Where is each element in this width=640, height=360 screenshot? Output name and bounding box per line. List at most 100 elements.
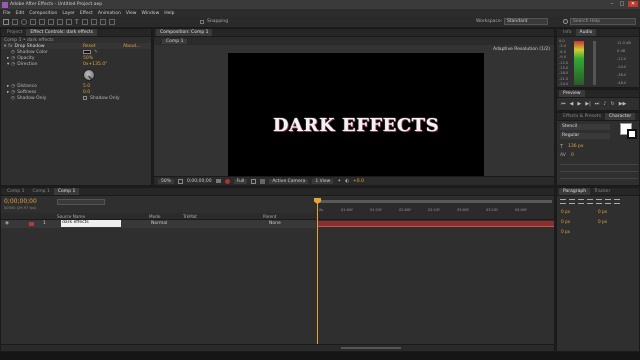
magnification-select[interactable]: 50% bbox=[158, 178, 175, 184]
font-style-select[interactable]: Regular bbox=[560, 133, 610, 139]
expand-icon[interactable]: ▸ bbox=[7, 90, 9, 95]
menu-edit[interactable]: Edit bbox=[16, 11, 25, 16]
menu-layer[interactable]: Layer bbox=[62, 11, 75, 16]
stopwatch-icon[interactable]: ◷ bbox=[11, 90, 15, 95]
ram-preview-icon[interactable]: ▶▶ bbox=[619, 101, 627, 107]
region-icon[interactable] bbox=[251, 178, 257, 184]
property-value[interactable]: 0x+135.0° bbox=[83, 62, 107, 67]
space-after-field[interactable]: 0 px bbox=[561, 229, 598, 234]
timeline-search-input[interactable] bbox=[57, 199, 105, 205]
workspace-select[interactable]: Standard bbox=[504, 18, 548, 25]
expand-icon[interactable]: ▸ bbox=[7, 84, 9, 89]
quality-select[interactable]: Full bbox=[233, 178, 248, 184]
next-frame-icon[interactable]: ▶| bbox=[585, 101, 591, 107]
timecode-field[interactable]: 0;00;00;00 bbox=[187, 179, 212, 184]
space-before-field[interactable]: 0 px bbox=[598, 219, 635, 224]
menu-effect[interactable]: Effect bbox=[80, 11, 93, 16]
fast-preview-icon[interactable]: ✦ bbox=[337, 179, 341, 184]
align-right-icon[interactable] bbox=[578, 199, 584, 204]
pen-tool-icon[interactable] bbox=[66, 19, 72, 25]
menu-help[interactable]: Help bbox=[164, 11, 174, 16]
fx-icon[interactable]: fx bbox=[8, 44, 12, 49]
effect-expand-icon[interactable]: ▾ bbox=[4, 44, 6, 49]
scale-row[interactable] bbox=[560, 169, 638, 172]
close-button[interactable]: ✕ bbox=[628, 1, 638, 7]
layer-row[interactable]: ◉ 1 dark effects Normal None bbox=[1, 220, 316, 228]
justify-center-icon[interactable] bbox=[596, 199, 602, 204]
tab-timeline-comp[interactable]: Comp 1 bbox=[3, 188, 28, 195]
menu-view[interactable]: View bbox=[126, 11, 137, 16]
layer-duration-bar[interactable] bbox=[317, 221, 554, 227]
tab-audio[interactable]: Audio bbox=[575, 29, 597, 36]
audio-slider[interactable] bbox=[593, 41, 596, 85]
col-source-name[interactable]: Source Name bbox=[57, 214, 85, 219]
menu-animation[interactable]: Animation bbox=[98, 11, 121, 16]
col-trkmat[interactable]: TrkMat bbox=[183, 214, 197, 219]
rotate-tool-icon[interactable] bbox=[30, 19, 36, 25]
grid-icon[interactable] bbox=[178, 178, 184, 184]
tab-project[interactable]: Project bbox=[3, 29, 26, 36]
hand-tool-icon[interactable] bbox=[12, 19, 18, 25]
snapshot-icon[interactable] bbox=[215, 179, 221, 183]
align-left-icon[interactable] bbox=[560, 199, 566, 204]
stopwatch-icon[interactable]: ◷ bbox=[11, 96, 15, 101]
exposure-icon[interactable]: ◐ bbox=[345, 179, 349, 184]
stopwatch-icon[interactable]: ◷ bbox=[11, 56, 15, 61]
font-family-select[interactable]: Stencil bbox=[560, 124, 610, 130]
tab-preview[interactable]: Preview bbox=[559, 90, 585, 97]
justify-all-icon[interactable] bbox=[614, 199, 620, 204]
rectangle-tool-icon[interactable] bbox=[57, 19, 63, 25]
text-tool-icon[interactable]: T bbox=[75, 19, 79, 26]
playhead[interactable] bbox=[317, 198, 318, 348]
eraser-tool-icon[interactable] bbox=[99, 19, 106, 25]
minimize-button[interactable]: – bbox=[608, 1, 616, 7]
work-area-bar[interactable] bbox=[317, 200, 552, 203]
col-parent[interactable]: Parent bbox=[263, 214, 276, 219]
prev-frame-icon[interactable]: ◀ bbox=[570, 101, 574, 107]
justify-right-icon[interactable] bbox=[605, 199, 611, 204]
menu-composition[interactable]: Composition bbox=[29, 11, 57, 16]
property-value[interactable]: 0.0 bbox=[83, 90, 90, 95]
composition-canvas[interactable]: DARK EFFECTS bbox=[228, 53, 484, 185]
indent-first-field[interactable]: 0 px bbox=[561, 219, 598, 224]
property-value[interactable]: 5.0 bbox=[83, 84, 90, 89]
tab-paragraph[interactable]: Paragraph bbox=[559, 188, 591, 195]
view-layout-select[interactable]: 1 View bbox=[312, 178, 334, 184]
col-mode[interactable]: Mode bbox=[149, 214, 160, 219]
tab-composition[interactable]: Composition: Comp 1 bbox=[156, 29, 213, 36]
justify-left-icon[interactable] bbox=[587, 199, 593, 204]
exposure-value[interactable]: +0.0 bbox=[353, 179, 364, 184]
align-center-icon[interactable] bbox=[569, 199, 575, 204]
comp-subtab[interactable]: Comp 1 bbox=[162, 38, 188, 44]
expand-icon[interactable]: ▾ bbox=[7, 62, 9, 67]
pan-behind-tool-icon[interactable] bbox=[48, 19, 54, 25]
layer-color-label[interactable] bbox=[29, 222, 34, 226]
property-value[interactable]: 50% bbox=[83, 56, 93, 61]
time-ruler[interactable]: 0s 01:00f 01:15f 02:00f 02:15f 03:00f 03… bbox=[317, 198, 554, 220]
menu-file[interactable]: File bbox=[3, 11, 11, 16]
tab-character[interactable]: Character bbox=[605, 113, 636, 120]
visibility-icon[interactable]: ◉ bbox=[5, 221, 9, 226]
expand-icon[interactable]: ▸ bbox=[7, 56, 9, 61]
maximize-button[interactable]: □ bbox=[618, 1, 626, 7]
stopwatch-icon[interactable]: ◷ bbox=[11, 62, 15, 67]
tab-effect-controls[interactable]: Effect Controls: dark effects bbox=[26, 29, 98, 36]
timeline-timecode[interactable]: 0;00;00;00 bbox=[4, 198, 37, 205]
eyedropper-icon[interactable]: ✎ bbox=[94, 50, 98, 55]
zoom-tool-icon[interactable] bbox=[21, 19, 27, 25]
font-size-field[interactable]: 136 px bbox=[568, 144, 584, 149]
indent-left-field[interactable]: 0 px bbox=[561, 209, 598, 214]
zoom-slider[interactable] bbox=[341, 347, 401, 349]
channel-icon[interactable] bbox=[224, 178, 230, 184]
layer-parent-select[interactable]: None bbox=[269, 221, 281, 226]
menu-window[interactable]: Window bbox=[142, 11, 160, 16]
snapping-checkbox[interactable] bbox=[200, 20, 204, 24]
stroke-color-swatch[interactable] bbox=[627, 129, 637, 139]
tracking-field[interactable]: 0 bbox=[571, 153, 574, 158]
tab-effects-presets[interactable]: Effects & Presets bbox=[559, 113, 605, 120]
layer-name[interactable]: dark effects bbox=[61, 220, 121, 227]
tab-info[interactable]: Info bbox=[559, 29, 576, 36]
play-icon[interactable]: ▶ bbox=[577, 101, 581, 107]
tab-tracker[interactable]: Tracker bbox=[590, 188, 614, 195]
effect-about-link[interactable]: About... bbox=[123, 44, 141, 49]
